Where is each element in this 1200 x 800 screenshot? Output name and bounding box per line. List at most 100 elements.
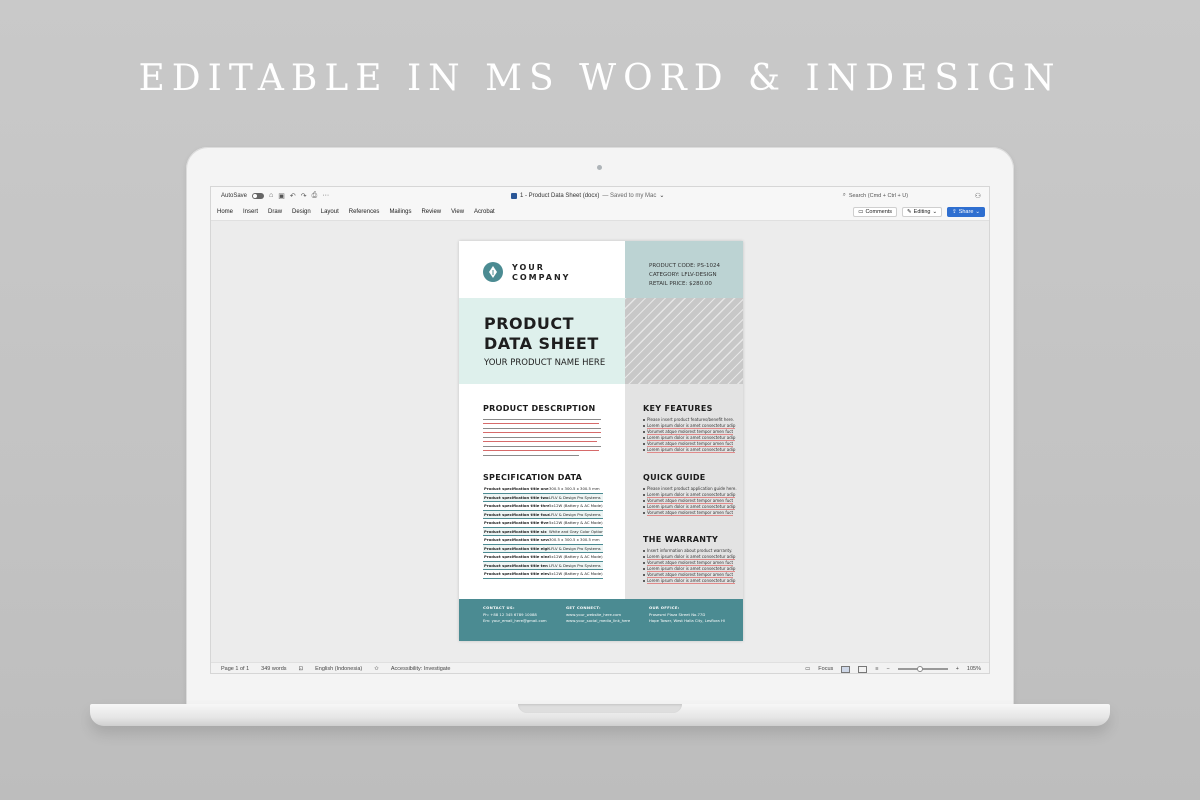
more-icon[interactable]: ··· <box>322 192 329 199</box>
footer-connect: GET CONNECT: www.your_website_here.com w… <box>566 605 630 625</box>
table-row: Product specification title four LFLV & D… <box>483 510 603 519</box>
laptop-notch <box>518 704 682 713</box>
share-label: Share <box>958 209 974 215</box>
undo-icon[interactable]: ↶ <box>290 192 296 200</box>
search-placeholder: Search (Cmd + Ctrl + U) <box>848 192 909 199</box>
spec-value: LFLV & Design Pro Systems <box>549 562 601 568</box>
text-line <box>483 432 601 433</box>
warranty-text: Lorem ipsum dolor is amet consectetur ad… <box>647 578 736 584</box>
save-icon[interactable]: ▣ <box>278 192 285 200</box>
tab-insert[interactable]: Insert <box>243 209 258 215</box>
language[interactable]: English (Indonesia) <box>315 666 362 672</box>
spec-key: Product specification title seven <box>484 537 549 543</box>
spec-key: Product specification title four <box>484 511 549 517</box>
account-icon[interactable]: ⚇ <box>975 192 989 200</box>
document-title[interactable]: 1 - Product Data Sheet (docx) — Saved to… <box>511 192 839 199</box>
table-row: Product specification title nine 5x12W (B… <box>483 553 603 562</box>
zoom-level[interactable]: 105% <box>967 666 981 672</box>
spec-key: Product specification title six <box>484 528 547 534</box>
text-line <box>483 455 579 457</box>
tab-view[interactable]: View <box>451 209 464 215</box>
spec-key: Product specification title five <box>484 520 549 526</box>
spec-value: 5x12W (Battery & AC Mode) <box>549 571 603 577</box>
text-line <box>483 428 601 430</box>
page-title: PRODUCT DATA SHEET <box>484 314 599 354</box>
footer-address-2: Hope Tower, West Halla City, Lesflora HI <box>649 618 725 623</box>
focus-button[interactable]: Focus <box>818 666 833 672</box>
title-line-1: PRODUCT <box>484 314 575 333</box>
spec-key: Product specification title eleven <box>484 571 549 577</box>
feature-text: Lorem ipsum dolor is amet consectetur ad… <box>647 447 736 453</box>
search-box[interactable]: ⌕ Search (Cmd + Ctrl + U) <box>839 190 969 201</box>
page-count[interactable]: Page 1 of 1 <box>221 666 249 672</box>
tab-review[interactable]: Review <box>421 209 441 215</box>
table-row: Product specification title eleven 5x12W … <box>483 570 603 579</box>
spec-key: Product specification title three <box>484 503 549 509</box>
proofing-icon[interactable]: ⊡ <box>299 666 304 672</box>
doc-name: 1 - Product Data Sheet (docx) <box>520 192 600 199</box>
section-title-specification: SPECIFICATION DATA <box>483 473 583 482</box>
chevron-down-icon: ⌄ <box>975 209 980 215</box>
zoom-in-icon[interactable]: + <box>956 666 959 672</box>
tab-mailings[interactable]: Mailings <box>389 209 411 215</box>
section-title-warranty: THE WARRANTY <box>643 535 719 544</box>
document-page[interactable]: YOUR COMPANY PRODUCT CODE: PS-1024 CATEG… <box>459 241 743 641</box>
tab-references[interactable]: References <box>349 209 380 215</box>
accessibility-status[interactable]: Accessibility: Investigate <box>391 666 451 672</box>
list-item: Vorumet atque molorest tempor amen fuct <box>643 510 734 516</box>
ribbon: Home Insert Draw Design Layout Reference… <box>211 204 989 221</box>
web-layout-icon[interactable] <box>858 665 868 673</box>
table-row: Product specification title six White and… <box>483 527 603 536</box>
list-item: Lorem ipsum dolor is amet consectetur ad… <box>643 447 736 453</box>
share-button[interactable]: ⇪ Share ⌄ <box>947 207 985 217</box>
comments-button[interactable]: ▭ Comments <box>853 207 898 217</box>
company-name: YOUR COMPANY <box>512 263 570 283</box>
redo-icon[interactable]: ↷ <box>301 192 307 200</box>
guide-text: Vorumet atque molorest tempor amen fuct <box>647 510 734 516</box>
footer-contact: CONTACT US: Ph: +88 12 345 6789 10088 Em… <box>483 605 547 625</box>
spec-value: LFLV & Design Pro Systems <box>549 545 601 551</box>
spec-value: 300.5 x 300.5 x 300.5 mm <box>549 537 600 543</box>
autosave-toggle[interactable] <box>252 192 265 199</box>
section-title-description: PRODUCT DESCRIPTION <box>483 404 596 413</box>
product-category: CATEGORY: LFLV-DESIGN <box>649 272 717 278</box>
spec-key: Product specification title eight <box>484 545 549 551</box>
title-line-2: DATA SHEET <box>484 334 599 353</box>
tab-layout[interactable]: Layout <box>321 209 339 215</box>
headline: EDITABLE IN MS WORD & INDESIGN <box>138 58 1062 99</box>
zoom-knob[interactable] <box>917 666 924 672</box>
table-row: Product specification title eight LFLV & … <box>483 544 603 553</box>
immersive-reader-icon[interactable]: ≡ <box>875 666 878 672</box>
pen-nib-icon <box>489 266 497 278</box>
tab-acrobat[interactable]: Acrobat <box>474 209 495 215</box>
section-title-guide: QUICK GUIDE <box>643 473 706 482</box>
spec-key: Product specification title ten <box>484 562 548 568</box>
spec-value: 5x12W (Battery & AC Mode) <box>549 503 603 509</box>
pencil-icon: ✎ <box>907 209 912 215</box>
print-icon[interactable]: ⎙ <box>312 192 318 200</box>
tab-home[interactable]: Home <box>217 209 233 215</box>
search-icon: ⌕ <box>842 192 846 198</box>
warranty-text: Insert information about product warrant… <box>647 548 733 553</box>
spec-key: Product specification title one <box>484 486 549 492</box>
zoom-slider[interactable] <box>897 666 948 672</box>
footer-office: OUR OFFICE: Prosesmi Plaza Street No.77D… <box>649 605 725 625</box>
tab-design[interactable]: Design <box>292 209 311 215</box>
table-row: Product specification title ten LFLV & De… <box>483 561 603 570</box>
tab-draw[interactable]: Draw <box>268 209 282 215</box>
image-placeholder <box>625 298 743 384</box>
title-bar: AutoSave ⌂ ▣ ↶ ↷ ⎙ ··· 1 - Product Data … <box>211 187 989 204</box>
focus-icon: ▭ <box>805 666 811 672</box>
home-icon[interactable]: ⌂ <box>269 192 273 199</box>
product-name: YOUR PRODUCT NAME HERE <box>484 358 606 368</box>
product-code: PRODUCT CODE: PS-1024 <box>649 263 720 269</box>
text-line <box>483 441 597 442</box>
word-doc-icon <box>511 192 517 199</box>
saved-status: — Saved to my Mac <box>602 192 657 199</box>
guide-text: Please insert product application guide … <box>647 486 737 491</box>
spec-value: LFLV & Design Pro Systems <box>549 494 601 500</box>
word-count[interactable]: 349 words <box>261 666 286 672</box>
editing-button[interactable]: ✎ Editing ⌄ <box>902 207 943 217</box>
print-layout-icon[interactable] <box>841 665 851 673</box>
zoom-out-icon[interactable]: − <box>886 666 889 672</box>
